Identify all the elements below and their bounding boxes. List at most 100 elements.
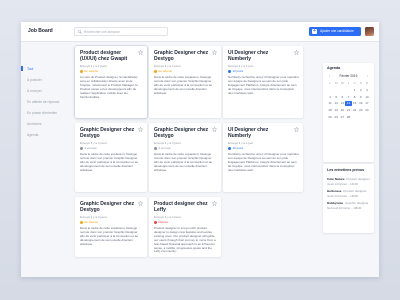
- meeting-item[interactable]: Hellocase Product designer Jeudi 14 Févr…: [327, 189, 372, 198]
- meeting-date: Mercredi 20 février – 10h00: [327, 206, 362, 210]
- star-icon[interactable]: [138, 49, 143, 55]
- meeting-company: Hellocase: [327, 189, 342, 193]
- sidebar: Tout À postuler À envoyer En attente de …: [21, 42, 69, 277]
- calendar-day[interactable]: 24: [364, 108, 370, 113]
- meeting-date: Jeudi 14 Février – 14h30: [327, 182, 358, 186]
- meeting-item[interactable]: Hobbynote Graphic designer Mercredi 20 f…: [327, 201, 372, 210]
- meeting-company: Côté Nature: [327, 177, 345, 181]
- status-dot: [80, 220, 83, 224]
- job-card[interactable]: Graphic Designer chez Destygo Envoyé il …: [75, 123, 147, 192]
- meeting-company: Hobbynote: [327, 201, 344, 205]
- job-card[interactable]: UI Designer chez Numberly Envoyé il y a …: [223, 123, 303, 192]
- top-bar: Job Board Rechercher une annonce + Ajout…: [21, 22, 379, 42]
- calendar-day[interactable]: 3: [364, 88, 370, 93]
- sidebar-item-entretien[interactable]: En phase d'entretien: [27, 111, 57, 115]
- sidebar-item-archivees[interactable]: Archivées: [27, 122, 41, 126]
- star-icon[interactable]: [294, 126, 299, 132]
- calendar-weekday: D: [365, 81, 368, 85]
- search-input[interactable]: Rechercher une annonce: [74, 27, 168, 36]
- status-label: 4 envoyé: [158, 146, 171, 150]
- search-placeholder: Rechercher une annonce: [84, 29, 120, 34]
- calendar-day[interactable]: 10: [364, 95, 370, 100]
- agenda-title: Agenda: [327, 66, 341, 70]
- job-card[interactable]: Graphic Designer chez Destygo Envoyé il …: [149, 46, 221, 118]
- job-description: Dans le cadre de cette expansion, Destyg…: [80, 152, 139, 172]
- job-title: Graphic Designer chez Destygo: [154, 50, 209, 62]
- job-title: Graphic Designer chez Destygo: [80, 201, 135, 213]
- status-badge: 4 envoyé: [80, 146, 143, 150]
- plus-icon: +: [312, 28, 317, 34]
- job-description: Numberly recherche un(e) UI Designer pou…: [228, 75, 299, 95]
- sidebar-item-tout[interactable]: Tout: [21, 66, 33, 71]
- star-icon[interactable]: [212, 126, 217, 132]
- job-meta: Envoyé il y a 1 jour: [228, 63, 254, 68]
- status-badge: Refusé: [154, 220, 217, 224]
- job-card[interactable]: Product designer chez Leffy Envoyé il y …: [149, 197, 221, 257]
- star-icon[interactable]: [212, 49, 217, 55]
- job-title: UI Designer chez Numberly: [228, 127, 269, 139]
- add-application-button[interactable]: + Ajouter une candidature: [309, 27, 361, 36]
- job-card[interactable]: UI Designer chez Numberly Envoyé il y a …: [223, 46, 303, 118]
- sidebar-item-en-attente[interactable]: En attente de réponse: [27, 100, 59, 104]
- job-description: Dans le cadre de cette expansion, Destyg…: [154, 75, 213, 95]
- status-label: Refusé: [158, 220, 169, 224]
- job-title: UI Designer chez Numberly: [228, 50, 269, 62]
- status-label: En attente: [84, 69, 99, 73]
- sidebar-item-agenda[interactable]: Agenda: [27, 133, 38, 137]
- calendar-day[interactable]: 17: [364, 101, 370, 106]
- job-description: Numberly recherche un(e) UI Designer pou…: [228, 152, 299, 172]
- job-card[interactable]: Graphic Designer chez Destygo Envoyé il …: [149, 123, 221, 192]
- meeting-date: Jeudi 14 Février – 16h00: [327, 194, 358, 198]
- meeting-role: Product designer: [343, 189, 367, 193]
- avatar[interactable]: [365, 27, 374, 36]
- add-application-label: Ajouter une candidature: [320, 29, 354, 33]
- status-badge: 4 envoyé: [154, 146, 217, 150]
- app-title: Job Board: [28, 28, 53, 34]
- job-meta: Envoyé il y a 4 jours: [154, 140, 181, 145]
- status-badge: 10 jours: [228, 146, 299, 150]
- meetings-panel: Les entretiens prévus Côté Nature Produc…: [323, 164, 374, 233]
- job-description: Dans le cadre de cette expansion, Destyg…: [154, 152, 213, 172]
- meeting-item[interactable]: Côté Nature Product designer Jeudi 14 Fé…: [327, 177, 372, 186]
- job-card[interactable]: Product designer (UX/UI) chez Gwapit Env…: [75, 46, 147, 118]
- sidebar-item-a-postuler[interactable]: À postuler: [27, 78, 42, 82]
- job-meta: Envoyé il y a 4 jours: [154, 214, 181, 219]
- app-window: Job Board Rechercher une annonce + Ajout…: [21, 22, 379, 277]
- job-description: Au sein du Product designer, la candidat…: [80, 75, 138, 99]
- calendar-month: Février 2019: [339, 74, 358, 78]
- star-icon[interactable]: [294, 49, 299, 55]
- status-badge: 10 jours: [228, 69, 299, 73]
- calendar-empty: [364, 115, 370, 120]
- job-meta: Envoyé il y a 4 jours: [80, 140, 107, 145]
- status-label: En attente: [158, 69, 173, 73]
- status-dot: [228, 146, 231, 150]
- status-dot: [154, 69, 157, 73]
- agenda-panel: Agenda ‹ Février 2019 › LMMJVSD123456789…: [323, 63, 374, 162]
- status-dot: [80, 69, 83, 73]
- status-badge: En attente: [154, 69, 217, 73]
- sidebar-item-a-envoyer[interactable]: À envoyer: [27, 89, 42, 93]
- chevron-right-icon[interactable]: ›: [367, 74, 368, 78]
- star-icon[interactable]: [138, 126, 143, 132]
- status-badge: En attente: [80, 69, 143, 73]
- meeting-role: Product designer: [346, 177, 370, 181]
- job-title: Product designer chez Leffy: [154, 201, 208, 213]
- status-dot: [154, 220, 157, 224]
- status-dot: [154, 146, 157, 150]
- job-meta: Envoyé il y a 1 jour: [228, 140, 254, 145]
- job-card[interactable]: Graphic Designer chez Destygo Envoyé il …: [75, 197, 147, 257]
- star-icon[interactable]: [212, 200, 217, 206]
- status-label: 10 jours: [232, 69, 244, 73]
- star-icon[interactable]: [138, 200, 143, 206]
- job-description: Dans le cadre de cette expansion, Destyg…: [80, 226, 139, 246]
- chevron-left-icon[interactable]: ‹: [329, 74, 330, 78]
- status-dot: [80, 146, 83, 150]
- status-label: En attente: [84, 220, 99, 224]
- status-label: 10 jours: [232, 146, 244, 150]
- search-icon: [78, 30, 82, 34]
- job-title: Graphic Designer chez Destygo: [80, 127, 135, 139]
- meetings-title: Les entretiens prévus: [327, 168, 365, 172]
- calendar-grid: L M M J V S D 1 2 3 4 5 6 7 8 9 10 11 12 13 14 15 16 17 18 19 20 21…: [327, 81, 370, 119]
- job-meta: Envoyé il y a 4 jours: [154, 63, 181, 68]
- job-title: Product designer (UX/UI) chez Gwapit: [80, 50, 128, 62]
